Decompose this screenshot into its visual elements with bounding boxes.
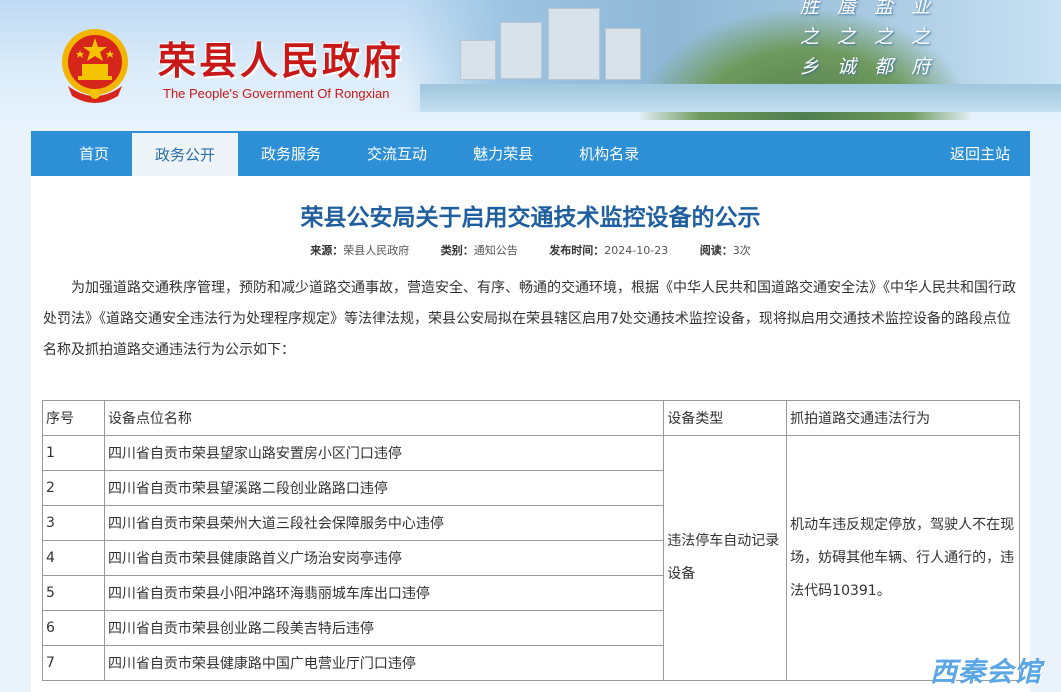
nav-item-home[interactable]: 首页 [56, 131, 132, 176]
nav-item-charm[interactable]: 魅力荣县 [450, 131, 556, 176]
slogan-line: 乡 诚 都 府 [800, 56, 937, 78]
table-header: 抓拍道路交通违法行为 [786, 400, 1020, 436]
row-number: 7 [42, 645, 105, 681]
row-number: 1 [42, 435, 105, 471]
site-title: 荣县人民政府 [158, 38, 405, 83]
location-name: 四川省自贡市荣县荣州大道三段社会保障服务中心违停 [103, 505, 665, 541]
location-name: 四川省自贡市荣县望家山路安置房小区门口违停 [103, 435, 665, 471]
article-content: 荣县公安局关于启用交通技术监控设备的公示 来源：荣县人民政府 类别：通知公告 发… [31, 176, 1030, 692]
meta-source-label: 来源： [310, 244, 344, 257]
row-number: 3 [42, 505, 105, 541]
row-number: 5 [42, 575, 105, 611]
watermark-logo: 西秦会馆 [930, 657, 1042, 688]
location-name: 四川省自贡市荣县健康路中国广电营业厅门口违停 [103, 645, 665, 681]
meta-source: 荣县人民政府 [343, 244, 410, 257]
row-number: 4 [42, 540, 105, 576]
table-header: 设备类型 [663, 400, 788, 436]
national-emblem-icon [62, 29, 128, 103]
nav-item-government-affairs[interactable]: 政务公开 [132, 131, 239, 176]
row-number: 2 [42, 470, 105, 506]
nav-item-interaction[interactable]: 交流互动 [344, 131, 450, 176]
row-number: 6 [42, 610, 105, 646]
location-name: 四川省自贡市荣县望溪路二段创业路路口违停 [103, 470, 665, 506]
main-nav: 首页 政务公开 政务服务 交流互动 魅力荣县 机构名录 返回主站 [31, 131, 1030, 176]
device-type: 违法停车自动记录设备 [663, 435, 788, 681]
table-header: 设备点位名称 [103, 400, 665, 436]
building [500, 22, 542, 79]
slogan-line: 之 之 之 之 [800, 26, 937, 48]
intro-paragraph: 为加强道路交通秩序管理，预防和减少道路交通事故，营造安全、有序、畅通的交通环境，… [43, 280, 1016, 358]
article-meta: 来源：荣县人民政府 类别：通知公告 发布时间：2024-10-23 阅读：3次 [31, 242, 1030, 258]
meta-date-label: 发布时间： [549, 244, 605, 257]
slogan-line: 胜 蜃 盐 业 [800, 0, 937, 18]
location-name: 四川省自贡市荣县健康路首义广场治安岗亭违停 [103, 540, 665, 576]
header-banner: 荣县人民政府 The People's Government Of Rongxi… [0, 0, 1061, 131]
table-row: 1 四川省自贡市荣县望家山路安置房小区门口违停 违法停车自动记录设备 机动车违反… [42, 435, 1020, 681]
article-title: 荣县公安局关于启用交通技术监控设备的公示 [300, 205, 761, 231]
violation-description: 机动车违反规定停放，驾驶人不在现场，妨碍其他车辆、行人通行的，违法代码10391… [786, 435, 1020, 681]
location-name: 四川省自贡市荣县小阳冲路环海翡丽城车库出口违停 [103, 575, 665, 611]
back-to-main-link[interactable]: 返回主站 [950, 131, 1010, 176]
building [460, 40, 496, 80]
site-subtitle: The People's Government Of Rongxian [163, 86, 390, 101]
meta-views: 3次 [732, 244, 751, 257]
nav-item-services[interactable]: 政务服务 [238, 131, 344, 176]
table-header: 序号 [42, 400, 105, 436]
location-name: 四川省自贡市荣县创业路二段美吉特后违停 [103, 610, 665, 646]
building [605, 28, 641, 80]
meta-category-label: 类别： [440, 244, 474, 257]
meta-category: 通知公告 [473, 244, 518, 257]
device-table: 序号 设备点位名称 设备类型 抓拍道路交通违法行为 1 四川省自贡市荣县望家山路… [42, 400, 1020, 681]
meta-date: 2024-10-23 [604, 244, 669, 257]
nav-item-directory[interactable]: 机构名录 [556, 131, 662, 176]
table-header-row: 序号 设备点位名称 设备类型 抓拍道路交通违法行为 [42, 400, 1020, 436]
meta-views-label: 阅读： [699, 244, 733, 257]
building [548, 8, 600, 80]
river [420, 84, 1061, 112]
